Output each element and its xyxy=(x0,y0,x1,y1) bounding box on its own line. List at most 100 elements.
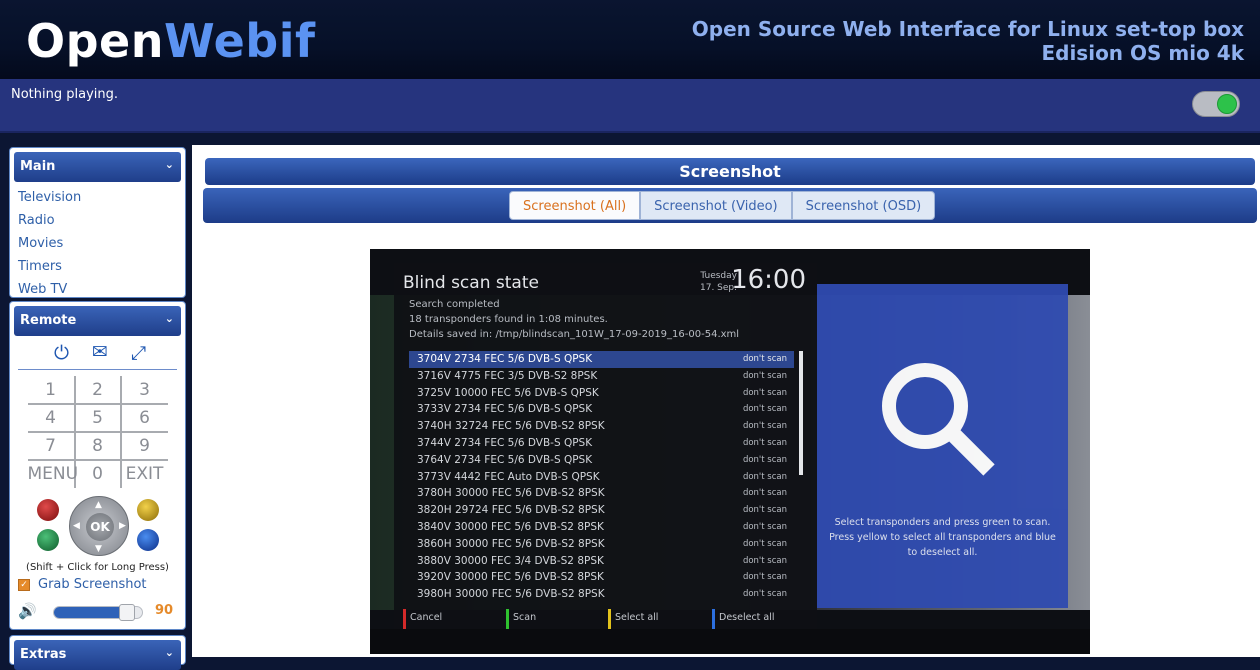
main-menu-panel: Main ⌄ Television Radio Movies Timers We… xyxy=(9,147,186,298)
tab-screenshot-all[interactable]: Screenshot (All) xyxy=(509,191,641,220)
transponder-state: don't scan xyxy=(742,421,787,432)
color-key-bar xyxy=(403,609,406,629)
main-content: Screenshot Screenshot (All) Screenshot (… xyxy=(192,145,1260,657)
grab-label[interactable]: Grab Screenshot xyxy=(38,577,147,592)
osd-key-select-all[interactable]: Select all xyxy=(608,609,658,629)
remote-icon-row: ⏻ ✉ ⤢ xyxy=(18,340,177,370)
transponder-row[interactable]: 3780H 30000 FEC 5/6 DVB-S2 8PSK don't sca… xyxy=(409,485,794,502)
grab-checkbox[interactable]: ✓ xyxy=(18,579,30,591)
osd-key-label: Deselect all xyxy=(719,612,775,623)
remote-header[interactable]: Remote ⌄ xyxy=(14,306,181,336)
key-0[interactable]: 0 xyxy=(75,460,121,488)
key-4[interactable]: 4 xyxy=(28,404,74,432)
arrow-up-icon[interactable]: ▲ xyxy=(95,500,102,510)
arrow-down-icon[interactable]: ▼ xyxy=(95,544,102,554)
transponder-label: 3773V 4442 FEC Auto DVB-S QPSK xyxy=(417,470,600,483)
key-2[interactable]: 2 xyxy=(75,376,121,404)
transponder-row[interactable]: 3840V 30000 FEC 5/6 DVB-S2 8PSK don't sca… xyxy=(409,519,794,536)
logo[interactable]: OpenWebif xyxy=(26,14,316,68)
keypad: 1 2 3 4 5 6 7 8 9 MENU 0 EXIT xyxy=(27,376,168,488)
key-9[interactable]: 9 xyxy=(122,432,168,460)
transponder-state: don't scan xyxy=(742,589,787,600)
magnifier-icon xyxy=(882,363,995,476)
key-7[interactable]: 7 xyxy=(28,432,74,460)
key-1[interactable]: 1 xyxy=(28,376,74,404)
transponder-row[interactable]: 3860H 30000 FEC 5/6 DVB-S2 8PSK don't sca… xyxy=(409,536,794,553)
transponder-row[interactable]: 3773V 4442 FEC Auto DVB-S QPSK don't scan xyxy=(409,469,794,486)
blue-button[interactable] xyxy=(137,529,159,551)
screenshot-bottom xyxy=(370,629,1090,654)
dpad[interactable]: ▲ ▼ ◀ ▶ OK xyxy=(69,496,129,556)
tv-screenshot: Blind scan state Tuesday 17. Sep. 16:00 … xyxy=(370,249,1090,654)
sidebar-item-television[interactable]: Television xyxy=(10,186,185,209)
transponder-label: 3980H 30000 FEC 5/6 DVB-S2 8PSK xyxy=(417,588,605,601)
color-key-bar xyxy=(506,609,509,629)
expand-icon[interactable]: ⤢ xyxy=(131,342,146,364)
power-icon[interactable]: ⏻ xyxy=(54,342,69,364)
transponder-row[interactable]: 3880V 30000 FEC 3/4 DVB-S2 8PSK don't sca… xyxy=(409,553,794,570)
key-8[interactable]: 8 xyxy=(75,432,121,460)
key-5[interactable]: 5 xyxy=(75,404,121,432)
transponder-row[interactable]: 3716V 4775 FEC 3/5 DVB-S2 8PSK don't scan xyxy=(409,368,794,385)
extras-panel: Extras ⌄ xyxy=(9,635,186,670)
header: OpenWebif Open Source Web Interface for … xyxy=(0,0,1260,79)
transponder-label: 3740H 32724 FEC 5/6 DVB-S2 8PSK xyxy=(417,420,605,433)
ok-button[interactable]: OK xyxy=(86,513,114,541)
main-menu-header[interactable]: Main ⌄ xyxy=(14,152,181,182)
osd-info-count: 18 transponders found in 1:08 minutes. xyxy=(409,314,608,325)
osd-key-label: Select all xyxy=(615,612,659,623)
grab-screenshot-option[interactable]: ✓ Grab Screenshot xyxy=(18,577,185,597)
extras-title: Extras xyxy=(20,647,67,662)
chevron-down-icon[interactable]: ⌄ xyxy=(165,312,174,325)
transponder-row[interactable]: 3820H 29724 FEC 5/6 DVB-S2 8PSK don't sca… xyxy=(409,502,794,519)
transponder-state: don't scan xyxy=(742,555,787,566)
sidebar: Main ⌄ Television Radio Movies Timers We… xyxy=(0,135,190,670)
volume-slider[interactable] xyxy=(53,604,143,621)
transponder-state: don't scan xyxy=(742,488,787,499)
speaker-icon[interactable]: 🔊 xyxy=(18,602,37,620)
osd-key-deselect-all[interactable]: Deselect all xyxy=(712,609,775,629)
sidebar-item-movies[interactable]: Movies xyxy=(10,232,185,255)
transponder-row[interactable]: 3733V 2734 FEC 5/6 DVB-S QPSK don't scan xyxy=(409,401,794,418)
transponder-state: don't scan xyxy=(742,387,787,398)
sidebar-item-radio[interactable]: Radio xyxy=(10,209,185,232)
arrow-left-icon[interactable]: ◀ xyxy=(73,521,80,531)
extras-header[interactable]: Extras ⌄ xyxy=(14,640,181,670)
transponder-state: don't scan xyxy=(742,505,787,516)
message-icon[interactable]: ✉ xyxy=(92,341,108,363)
transponder-row[interactable]: 3920V 30000 FEC 5/6 DVB-S2 8PSK don't sca… xyxy=(409,569,794,586)
yellow-button[interactable] xyxy=(137,499,159,521)
osd-key-label: Scan xyxy=(513,612,537,623)
key-6[interactable]: 6 xyxy=(122,404,168,432)
box-model: Edision OS mio 4k xyxy=(1041,41,1244,65)
transponder-row[interactable]: 3744V 2734 FEC 5/6 DVB-S QPSK don't scan xyxy=(409,435,794,452)
key-menu[interactable]: MENU xyxy=(28,460,79,488)
transponder-row[interactable]: 3740H 32724 FEC 5/6 DVB-S2 8PSK don't sca… xyxy=(409,418,794,435)
transponder-row[interactable]: 3704V 2734 FEC 5/6 DVB-S QPSK don't scan xyxy=(409,351,794,368)
arrow-right-icon[interactable]: ▶ xyxy=(119,521,126,531)
volume-value: 90 xyxy=(155,603,174,618)
transponder-row[interactable]: 3980H 30000 FEC 5/6 DVB-S2 8PSK don't sca… xyxy=(409,586,794,603)
status-bar: Nothing playing. xyxy=(0,79,1260,133)
osd-key-scan[interactable]: Scan xyxy=(506,609,536,629)
transponder-row[interactable]: 3764V 2734 FEC 5/6 DVB-S QPSK don't scan xyxy=(409,452,794,469)
volume-thumb[interactable] xyxy=(119,604,135,621)
power-toggle[interactable] xyxy=(1192,91,1240,117)
transponder-state: don't scan xyxy=(742,404,787,415)
key-3[interactable]: 3 xyxy=(122,376,168,404)
tab-screenshot-video[interactable]: Screenshot (Video) xyxy=(640,191,792,220)
volume-control: 🔊 90 xyxy=(18,601,185,625)
red-button[interactable] xyxy=(37,499,59,521)
osd-title: Blind scan state xyxy=(403,273,539,293)
chevron-down-icon[interactable]: ⌄ xyxy=(165,158,174,171)
tab-screenshot-osd[interactable]: Screenshot (OSD) xyxy=(791,191,936,220)
osd-key-cancel[interactable]: Cancel xyxy=(403,609,442,629)
chevron-down-icon[interactable]: ⌄ xyxy=(165,646,174,659)
sidebar-item-timers[interactable]: Timers xyxy=(10,255,185,278)
search-panel: Select transponders and press green to s… xyxy=(817,284,1068,608)
transponder-label: 3744V 2734 FEC 5/6 DVB-S QPSK xyxy=(417,436,593,449)
green-button[interactable] xyxy=(37,529,59,551)
transponder-row[interactable]: 3725V 10000 FEC 5/6 DVB-S QPSK don't scan xyxy=(409,385,794,402)
sidebar-item-webtv[interactable]: Web TV xyxy=(10,278,185,301)
key-exit[interactable]: EXIT xyxy=(122,460,168,488)
